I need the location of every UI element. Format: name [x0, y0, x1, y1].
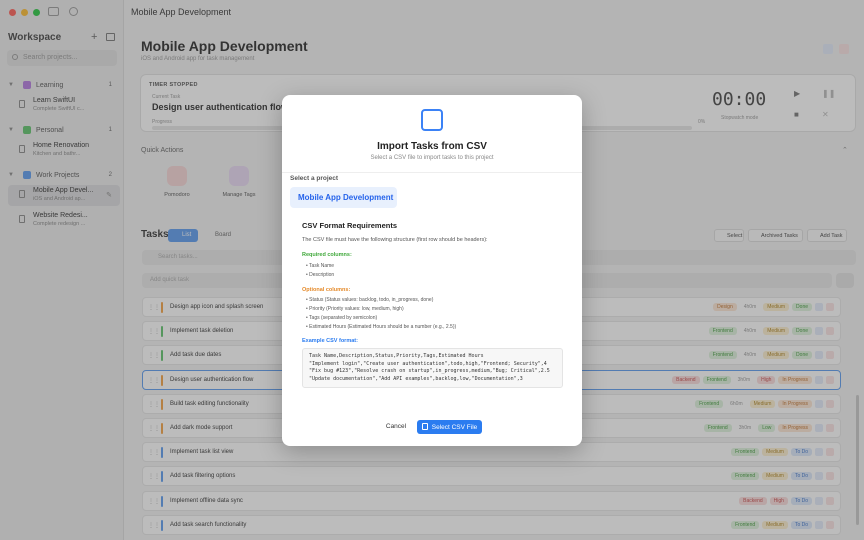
optional-column-item: • Tags (separated by semicolon)	[306, 315, 378, 321]
example-csv-code: Task Name,Description,Status,Priority,Ta…	[302, 348, 563, 388]
csv-requirements-title: CSV Format Requirements	[302, 221, 398, 230]
project-option-mobile-app-development[interactable]: Mobile App Development	[290, 187, 397, 208]
csv-requirements-description: The CSV file must have the following str…	[302, 237, 488, 243]
import-csv-dialog: Import Tasks from CSV Select a CSV file …	[282, 95, 582, 446]
dialog-title: Import Tasks from CSV	[377, 141, 487, 152]
import-icon	[421, 109, 443, 131]
cancel-button[interactable]: Cancel	[381, 420, 411, 433]
optional-column-item: • Estimated Hours (Estimated Hours shoul…	[306, 324, 457, 330]
select-project-label: Select a project	[290, 175, 339, 182]
dialog-subtitle: Select a CSV file to import tasks to thi…	[370, 155, 494, 161]
select-csv-file-button[interactable]: Select CSV File	[417, 420, 482, 434]
divider	[282, 172, 582, 173]
optional-columns-label: Optional columns:	[302, 287, 351, 293]
optional-column-item: • Priority (Priority values: low, medium…	[306, 306, 404, 312]
file-icon	[422, 423, 428, 430]
required-columns-label: Required columns:	[302, 252, 352, 258]
example-csv-label: Example CSV format:	[302, 338, 358, 344]
required-column-item: • Description	[306, 272, 335, 278]
required-column-item: • Task Name	[306, 263, 335, 269]
optional-column-item: • Status (Status values: backlog, todo, …	[306, 297, 434, 303]
